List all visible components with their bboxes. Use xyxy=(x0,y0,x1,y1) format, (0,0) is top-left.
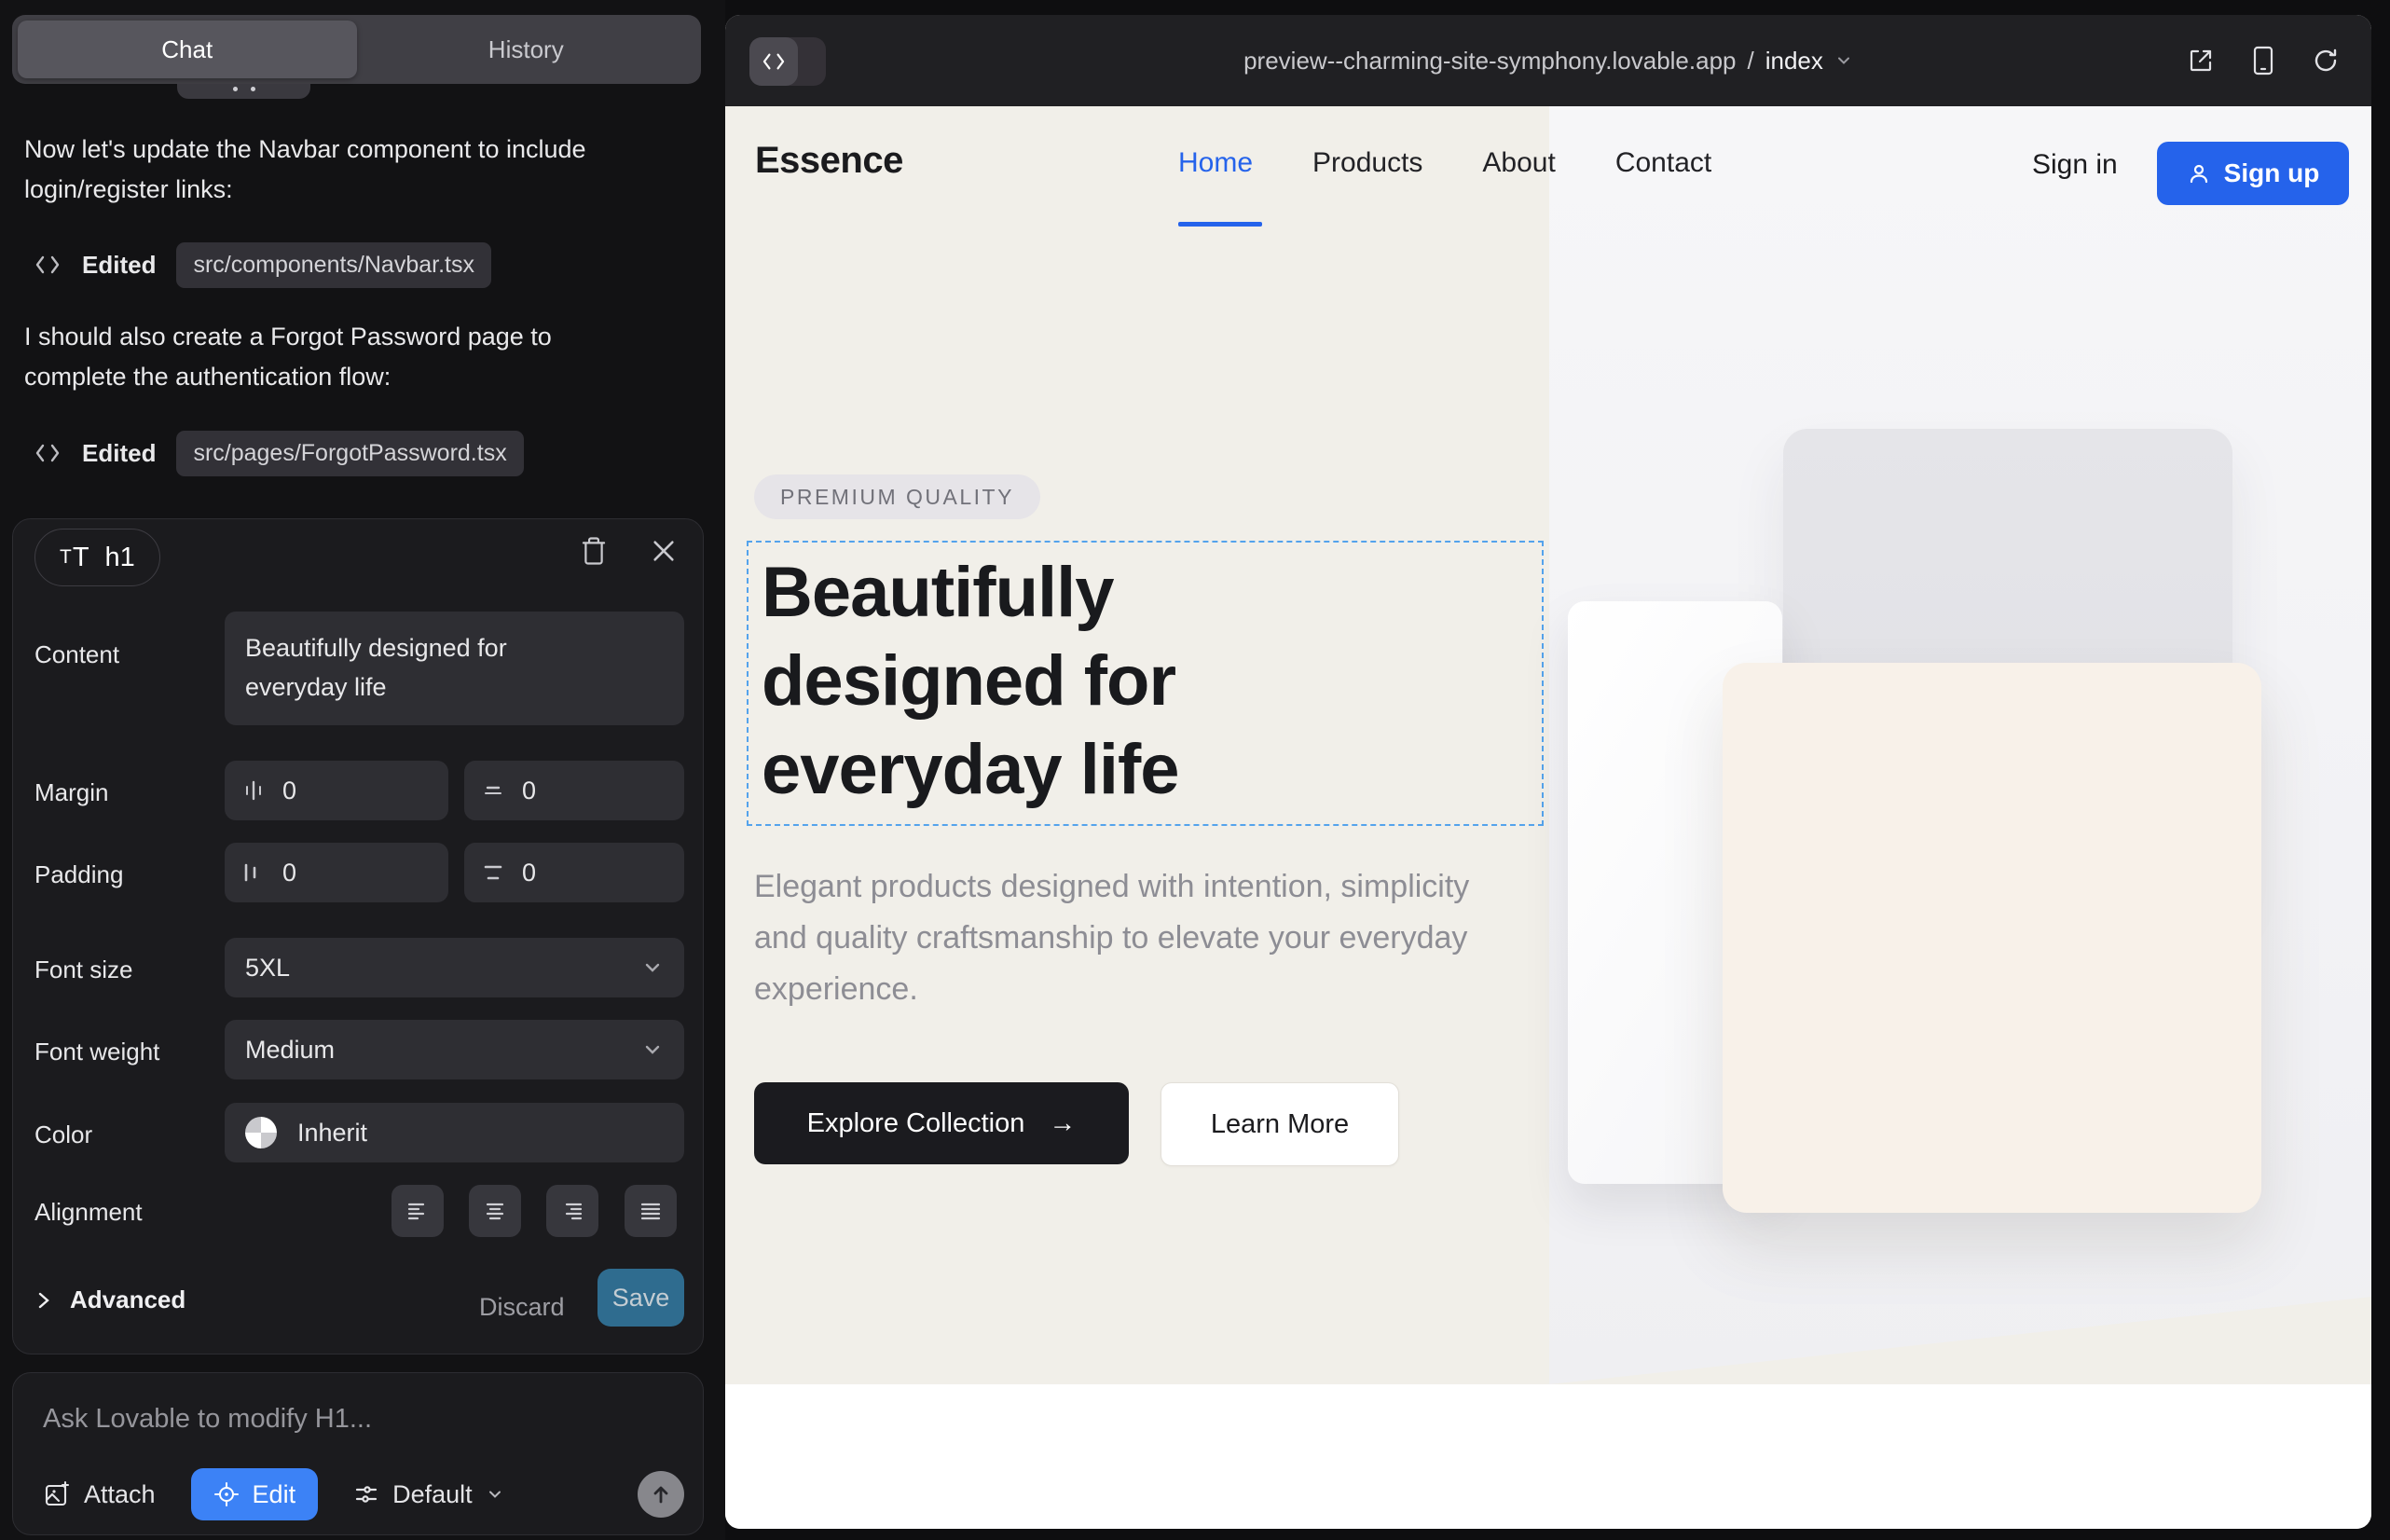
align-justify-button[interactable] xyxy=(625,1185,677,1237)
file-chip[interactable]: src/pages/ForgotPassword.tsx xyxy=(176,431,523,476)
decorative-wedge xyxy=(1549,1297,2371,1384)
user-icon xyxy=(2187,161,2211,186)
nav-link-home[interactable]: Home xyxy=(1178,147,1253,179)
code-view-icon xyxy=(749,37,798,86)
tab-history[interactable]: History xyxy=(357,21,696,78)
font-weight-select[interactable]: Medium xyxy=(225,1020,684,1079)
prompt-input[interactable]: Ask Lovable to modify H1... xyxy=(43,1404,372,1435)
chat-message: I should also create a Forgot Password p… xyxy=(24,317,636,397)
font-size-select[interactable]: 5XL xyxy=(225,938,684,997)
padding-label: Padding xyxy=(34,860,123,889)
lovable-app-window: Chat History Now let's update the Navbar… xyxy=(0,0,2390,1540)
trash-icon[interactable] xyxy=(580,536,608,566)
margin-x-input[interactable]: 0 xyxy=(225,761,448,820)
prompt-composer: Ask Lovable to modify H1... Attach Edit xyxy=(12,1372,704,1535)
nav-link-about[interactable]: About xyxy=(1482,147,1555,179)
color-select[interactable]: Inherit xyxy=(225,1103,684,1162)
align-right-button[interactable] xyxy=(546,1185,598,1237)
refresh-icon[interactable] xyxy=(2312,47,2340,75)
chevron-down-icon xyxy=(641,956,664,979)
nav-link-contact[interactable]: Contact xyxy=(1615,147,1711,179)
chat-history-tabs: Chat History xyxy=(12,15,701,84)
hero-description: Elegant products designed with intention… xyxy=(754,861,1500,1015)
decorative-card-beige xyxy=(1723,663,2261,1213)
edited-file-row: Edited src/components/Navbar.tsx xyxy=(34,241,491,289)
margin-y-input[interactable]: 0 xyxy=(464,761,684,820)
alignment-label: Alignment xyxy=(34,1198,143,1227)
selected-element-pill[interactable]: TT h1 xyxy=(34,529,160,586)
text-type-icon: TT xyxy=(60,543,90,573)
align-center-button[interactable] xyxy=(469,1185,521,1237)
attach-image-icon xyxy=(43,1480,71,1508)
mobile-view-icon[interactable] xyxy=(2252,46,2274,76)
sign-up-button[interactable]: Sign up xyxy=(2157,142,2349,205)
chat-panel: Chat History Now let's update the Navbar… xyxy=(0,0,725,1540)
tab-chat[interactable]: Chat xyxy=(18,21,357,78)
chevron-down-icon xyxy=(641,1038,664,1061)
collapsed-message-pill[interactable] xyxy=(177,84,310,99)
element-editor-panel: TT h1 Content Beautifully designed for e… xyxy=(12,518,704,1354)
attach-button[interactable]: Attach xyxy=(43,1480,156,1509)
font-size-label: Font size xyxy=(34,956,133,984)
padding-y-input[interactable]: 0 xyxy=(464,843,684,902)
site-nav: Home Products About Contact xyxy=(1178,147,1711,179)
edited-file-row: Edited src/pages/ForgotPassword.tsx xyxy=(34,429,524,477)
premium-quality-badge: PREMIUM QUALITY xyxy=(754,474,1040,519)
color-label: Color xyxy=(34,1121,92,1149)
element-tag: h1 xyxy=(105,543,135,573)
margin-label: Margin xyxy=(34,778,108,807)
chat-message: Now let's update the Navbar component to… xyxy=(24,130,636,210)
close-icon[interactable] xyxy=(651,536,677,566)
chevron-down-icon xyxy=(1834,51,1853,70)
url-separator: / xyxy=(1748,47,1754,76)
code-icon xyxy=(34,254,62,276)
content-input[interactable]: Beautifully designed for everyday life xyxy=(225,612,684,725)
margin-horizontal-icon xyxy=(241,778,266,803)
preview-page: Essence Home Products About Contact Sign… xyxy=(725,106,2371,1529)
align-left-button[interactable] xyxy=(391,1185,444,1237)
target-icon xyxy=(213,1481,240,1507)
content-label: Content xyxy=(34,640,119,669)
chevron-down-icon xyxy=(486,1485,504,1504)
preview-browser: preview--charming-site-symphony.lovable.… xyxy=(725,15,2371,1529)
nav-link-products[interactable]: Products xyxy=(1312,147,1422,179)
sign-in-link[interactable]: Sign in xyxy=(2032,149,2118,181)
model-mode-select[interactable]: Default xyxy=(353,1480,504,1509)
edited-label: Edited xyxy=(82,251,156,280)
selected-h1-outline[interactable]: Beautifully designed for everyday life xyxy=(747,541,1544,826)
edited-label: Edited xyxy=(82,439,156,468)
save-button[interactable]: Save xyxy=(598,1269,684,1327)
advanced-toggle[interactable]: Advanced xyxy=(34,1286,185,1314)
hero-heading[interactable]: Beautifully designed for everyday life xyxy=(749,543,1401,814)
browser-toolbar: preview--charming-site-symphony.lovable.… xyxy=(725,15,2371,106)
explore-collection-button[interactable]: Explore Collection → xyxy=(754,1082,1129,1164)
padding-x-input[interactable]: 0 xyxy=(225,843,448,902)
open-external-icon[interactable] xyxy=(2187,47,2215,75)
site-logo[interactable]: Essence xyxy=(755,140,903,182)
url-page: index xyxy=(1765,47,1823,76)
padding-vertical-icon xyxy=(481,860,505,885)
code-icon xyxy=(34,442,62,464)
active-nav-underline xyxy=(1178,222,1262,227)
padding-horizontal-icon xyxy=(241,860,266,885)
discard-button[interactable]: Discard xyxy=(479,1293,565,1322)
color-swatch-transparent xyxy=(245,1117,277,1148)
font-weight-label: Font weight xyxy=(34,1038,159,1066)
code-preview-toggle[interactable] xyxy=(749,37,826,86)
learn-more-button[interactable]: Learn More xyxy=(1161,1082,1399,1166)
sliders-icon xyxy=(353,1481,379,1507)
chevron-right-icon xyxy=(34,1289,53,1312)
edit-mode-button[interactable]: Edit xyxy=(191,1468,319,1520)
margin-vertical-icon xyxy=(481,778,505,803)
send-button[interactable] xyxy=(638,1471,684,1518)
file-chip[interactable]: src/components/Navbar.tsx xyxy=(176,242,491,288)
arrow-right-icon: → xyxy=(1049,1108,1076,1139)
url-breadcrumb[interactable]: preview--charming-site-symphony.lovable.… xyxy=(725,47,2371,76)
url-domain: preview--charming-site-symphony.lovable.… xyxy=(1243,47,1736,76)
